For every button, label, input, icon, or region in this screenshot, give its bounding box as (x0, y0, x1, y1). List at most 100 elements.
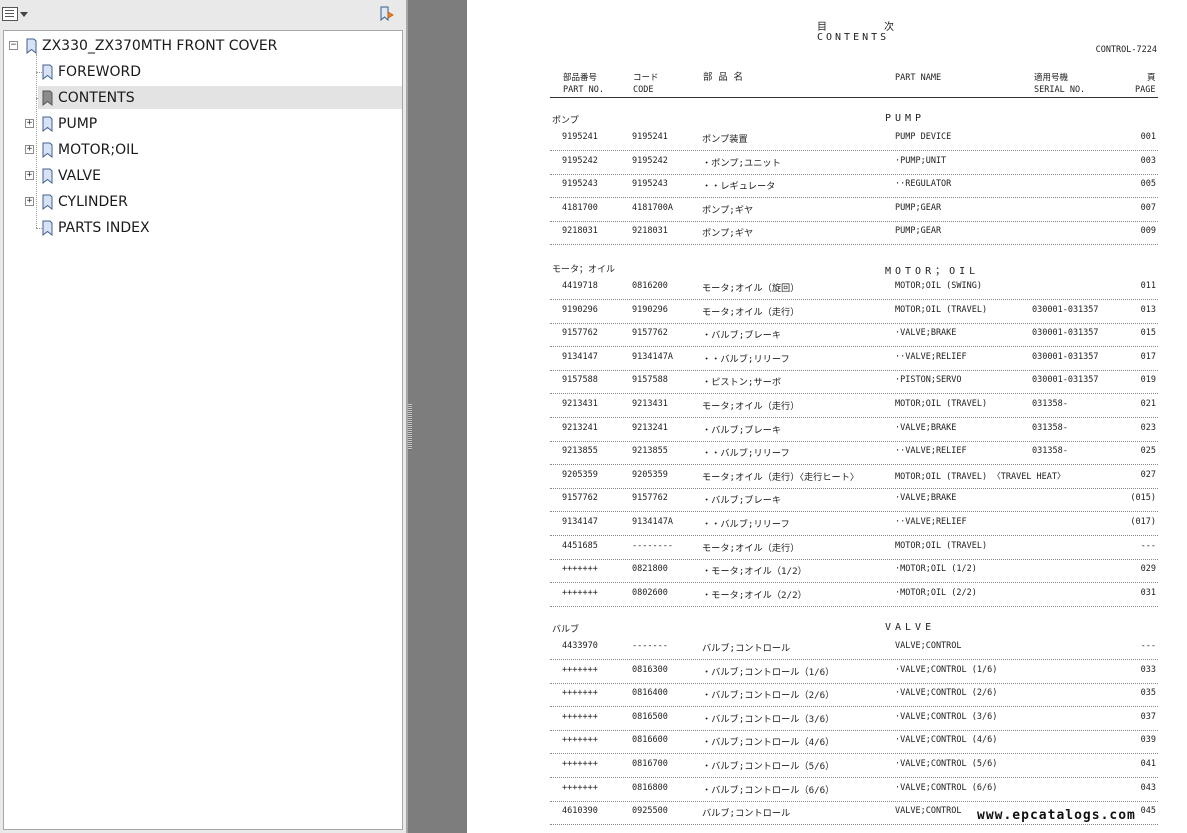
part-no-cell: 9190296 (562, 304, 598, 315)
table-row: +++++++ 0816700 ・バルブ;コントロール（5/6） ·VALVE;CON… (550, 754, 1158, 778)
part-no-cell: 9213431 (562, 399, 598, 409)
code-cell: 9213855 (632, 446, 668, 457)
table-row: 9205359 9205359 モータ;オイル（走行）〈走行ヒート〉 MOTOR;OI… (550, 465, 1158, 489)
tree-connector (36, 54, 37, 228)
page-cell: 013 (1140, 304, 1156, 315)
code-cell: 0816200 (632, 281, 668, 291)
bookmark-pump[interactable]: + PUMP (25, 112, 396, 135)
code-cell: 9134147A (632, 517, 673, 527)
page-cell: --- (1140, 641, 1156, 651)
code-cell: 0816600 (632, 735, 668, 746)
table-row: 9195243 9195243 ・・レギュレータ ··REGULATOR 005 (550, 174, 1158, 199)
code-cell: 0816400 (632, 688, 668, 699)
page-cell: 005 (1140, 179, 1156, 190)
code-cell: 0816300 (632, 664, 668, 675)
splitter-grip-handle[interactable] (408, 404, 412, 450)
bookmark-motor-oil[interactable]: + MOTOR;OIL (25, 138, 396, 161)
part-name-jp-cell: ・・バルブ;リリーフ (702, 448, 790, 460)
code-cell: 9157588 (632, 375, 668, 386)
part-no-cell: 9195241 (562, 132, 598, 142)
part-no-cell: 4610390 (562, 806, 598, 817)
bookmark-icon (42, 220, 53, 236)
bookmark-label: VALVE (58, 167, 101, 184)
part-no-cell: +++++++ (562, 711, 598, 722)
page-cell: 037 (1140, 711, 1156, 722)
table-row: +++++++ 0816600 ・バルブ;コントロール（4/6） ·VALVE;CON… (550, 730, 1158, 755)
part-name-jp-cell: ポンプ;ギヤ (702, 204, 754, 216)
part-name-cell: MOTOR;OIL (TRAVEL) (895, 304, 988, 315)
expand-toggle[interactable]: + (25, 145, 34, 154)
collapse-toggle[interactable]: − (9, 41, 18, 50)
serial-cell: 031358- (1032, 399, 1068, 409)
part-no-cell: 9195243 (562, 179, 598, 190)
page-cell: 039 (1140, 735, 1156, 746)
serial-cell: 030001-031357 (1032, 351, 1099, 362)
header-serial-jp: 適用号機 (1034, 73, 1069, 83)
part-name-jp-cell: ・バルブ;ブレーキ (702, 424, 782, 436)
code-cell: 0925500 (632, 806, 668, 817)
table-row: 9134147 9134147A ・・バルブ;リリーフ ··VALVE;RELIEF (… (550, 512, 1158, 536)
code-cell: 9190296 (632, 304, 668, 315)
document-page: 目次 CONTENTS CONTROL-7224 部品番号 PART NO. コ… (467, 0, 1187, 833)
part-name-jp-cell: ・・バルブ;リリーフ (702, 519, 790, 530)
page-cell: 017 (1140, 351, 1156, 362)
part-name-cell: ··REGULATOR (895, 179, 952, 190)
code-cell: 0821800 (632, 564, 668, 575)
part-name-jp-cell: ・・レギュレータ (702, 181, 776, 193)
code-cell: 9213431 (632, 399, 668, 409)
table-row: 4433970 ------- バルブ;コントロール VALVE;CONTROL --- (550, 636, 1158, 660)
part-name-jp-cell: モータ;オイル（走行） (702, 306, 800, 318)
part-name-cell: ·MOTOR;OIL (2/2) (895, 587, 977, 598)
section-heading-en: MOTOR；OIL (885, 266, 980, 277)
table-row: 9157588 9157588 ・ピストン;サーボ ·PISTON;SERVO 0300… (550, 370, 1158, 395)
header-page: 頁 PAGE (1135, 72, 1155, 96)
part-no-cell: +++++++ (562, 782, 598, 793)
bookmark-label: FOREWORD (58, 63, 142, 80)
table-row: +++++++ 0816800 ・バルブ;コントロール（6/6） ·VALVE;CON… (550, 778, 1158, 802)
bookmark-find-icon (380, 6, 394, 22)
table-row: 9157762 9157762 ・バルブ;ブレーキ ·VALVE;BRAKE (015) (550, 488, 1158, 513)
options-menu-button[interactable] (2, 4, 28, 24)
bookmark-contents[interactable]: CONTENTS (38, 86, 402, 109)
header-code-en: CODE (633, 85, 654, 95)
part-name-cell: ·VALVE;CONTROL (4/6) (895, 735, 998, 746)
bookmark-front-cover[interactable]: − ZX330_ZX370MTH FRONT COVER (9, 34, 396, 57)
code-cell: -------- (632, 540, 673, 551)
page-cell: 043 (1140, 782, 1156, 793)
page-cell: 007 (1140, 202, 1156, 213)
part-name-cell: ·PUMP;UNIT (895, 155, 947, 166)
part-no-cell: 4419718 (562, 281, 598, 291)
bookmark-parts-index[interactable]: PARTS INDEX (42, 216, 396, 239)
page-cell: (017) (1130, 517, 1156, 527)
page-cell: 015 (1140, 328, 1156, 339)
part-no-cell: 9205359 (562, 469, 598, 480)
bookmark-valve[interactable]: + VALVE (25, 164, 396, 187)
code-cell: 9195241 (632, 132, 668, 142)
part-no-cell: +++++++ (562, 688, 598, 699)
table-row: +++++++ 0821800 ・モータ;オイル（1/2） ·MOTOR;OIL (1… (550, 559, 1158, 584)
header-name-jp: 部 品 名 (703, 72, 743, 83)
bookmark-icon (42, 194, 53, 210)
part-name-jp-cell: ポンプ;ギヤ (702, 228, 754, 240)
bookmark-cylinder[interactable]: + CYLINDER (25, 190, 396, 213)
page-cell: 003 (1140, 155, 1156, 166)
part-name-cell: PUMP;GEAR (895, 202, 942, 213)
table-row: 9213241 9213241 ・バルブ;ブレーキ ·VALVE;BRAKE 03135… (550, 418, 1158, 442)
part-name-jp-cell: モータ;オイル（旋回） (702, 283, 800, 294)
expand-bookmark-button[interactable] (377, 4, 397, 24)
expand-toggle[interactable]: + (25, 197, 34, 206)
header-part-jp: 部品番号 (563, 73, 598, 83)
expand-toggle[interactable]: + (25, 119, 34, 128)
bookmark-foreword[interactable]: FOREWORD (42, 60, 396, 83)
part-no-cell: 9213241 (562, 422, 598, 433)
table-row: +++++++ 0816500 ・バルブ;コントロール（3/6） ·VALVE;CON… (550, 707, 1158, 731)
expand-toggle[interactable]: + (25, 171, 34, 180)
header-code: コード CODE (633, 72, 659, 96)
section-heading-jp: ポンプ (552, 116, 579, 126)
part-no-cell: +++++++ (562, 735, 598, 746)
code-cell: 0816500 (632, 711, 668, 722)
header-page-jp: 頁 (1146, 73, 1156, 83)
part-no-cell: +++++++ (562, 759, 598, 769)
bookmark-icon (42, 168, 53, 184)
section-heading-jp: バルブ (552, 625, 580, 635)
